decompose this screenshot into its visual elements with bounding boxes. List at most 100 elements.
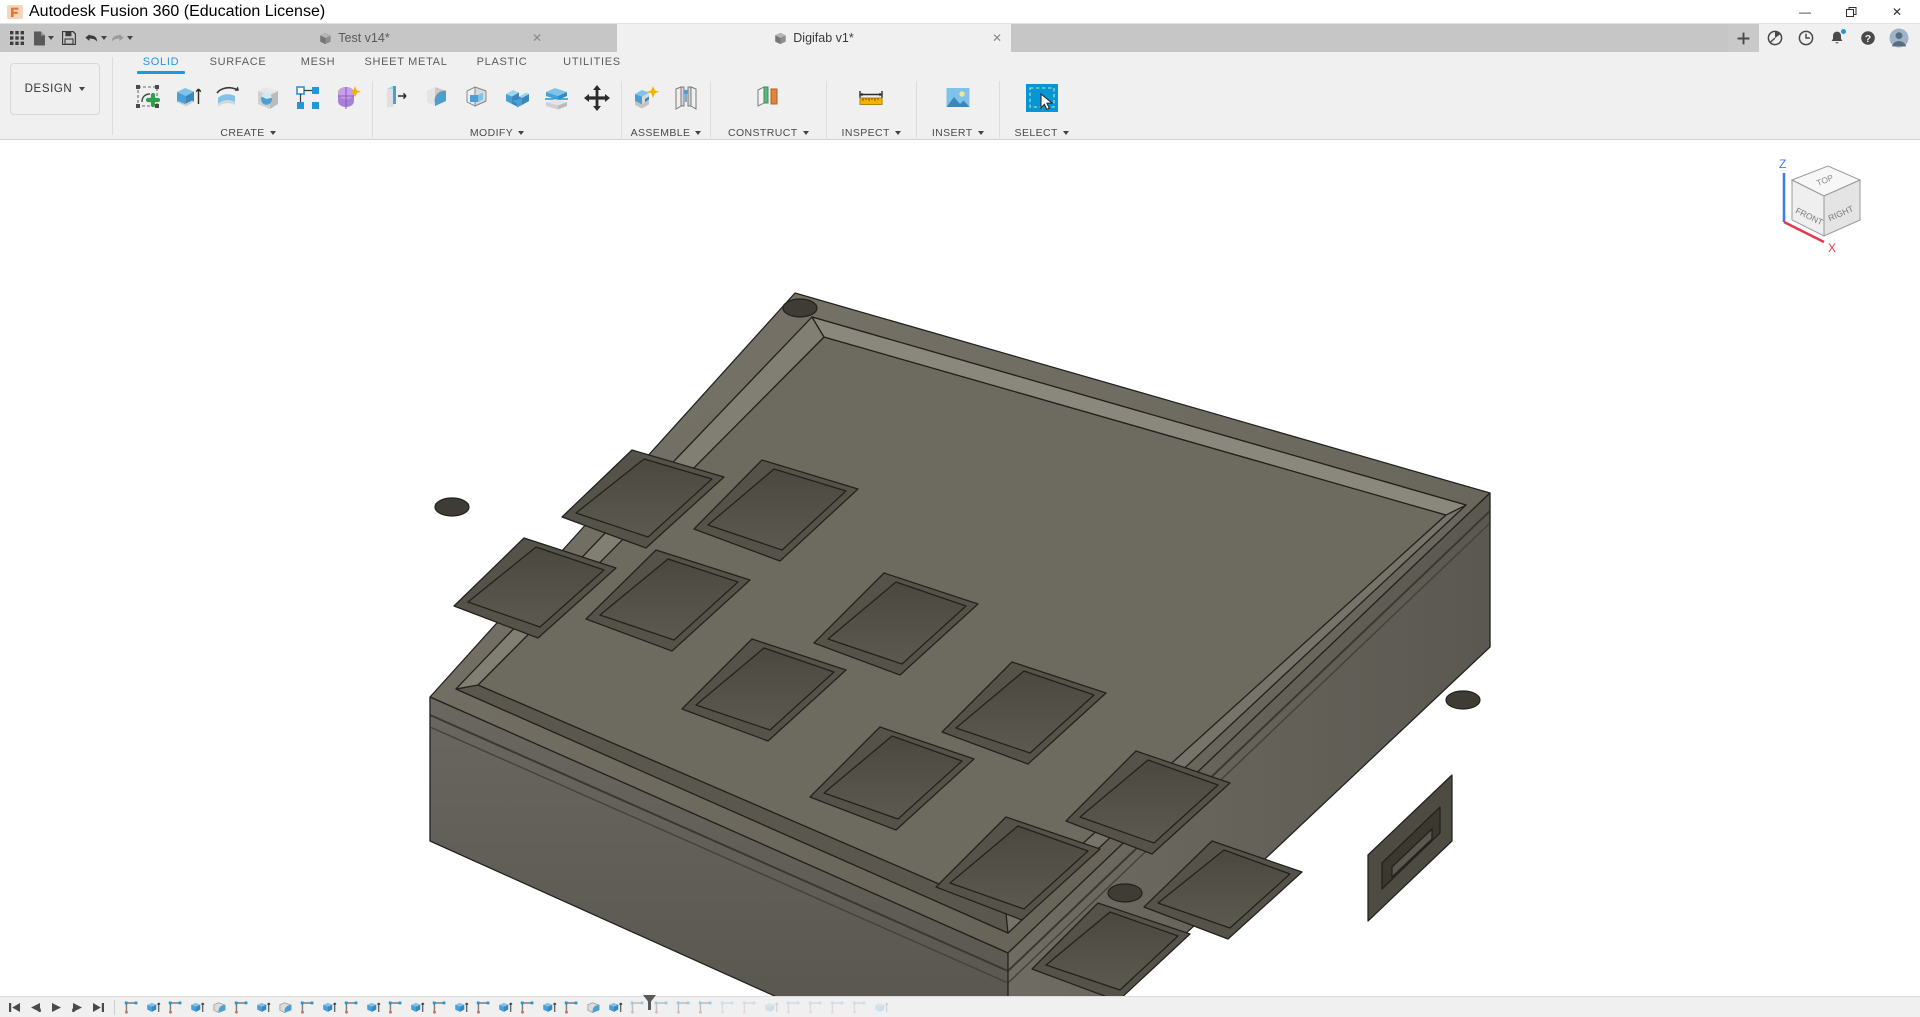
timeline-skip-end-button[interactable] — [88, 998, 108, 1017]
timeline-feature-extrude[interactable] — [605, 998, 625, 1017]
save-button[interactable] — [56, 26, 82, 50]
timeline-feature-sketch[interactable] — [561, 998, 581, 1017]
timeline-feature-sketch[interactable] — [673, 998, 693, 1017]
notification-badge — [1840, 28, 1847, 35]
joint-button[interactable] — [667, 78, 705, 118]
tab-close-icon[interactable]: ✕ — [992, 31, 1002, 45]
timeline-feature-sketch[interactable] — [297, 998, 317, 1017]
timeline-feature-sketch[interactable] — [827, 998, 847, 1017]
timeline-feature-extrude[interactable] — [253, 998, 273, 1017]
sketch-icon — [564, 1001, 577, 1014]
panel-create-label[interactable]: CREATE — [220, 127, 276, 139]
timeline-feature-sketch[interactable] — [739, 998, 759, 1017]
panel-assemble-label[interactable]: ASSEMBLE — [631, 127, 702, 139]
timeline-feature-sketch[interactable] — [231, 998, 251, 1017]
ribbon-tab-utilities[interactable]: UTILITIES — [545, 56, 639, 70]
close-button[interactable]: ✕ — [1874, 0, 1920, 24]
panel-inspect-label[interactable]: INSPECT — [842, 127, 901, 139]
new-component-button[interactable] — [627, 78, 665, 118]
timeline-feature-extrude[interactable] — [495, 998, 515, 1017]
tab-label: Digifab v1* — [793, 31, 854, 45]
extrude-button[interactable] — [169, 78, 207, 118]
insert-image-button[interactable] — [939, 78, 977, 118]
ribbon-tab-surface[interactable]: SURFACE — [193, 56, 283, 70]
select-tool-button[interactable] — [1023, 78, 1061, 118]
app-grid-button[interactable] — [4, 26, 30, 50]
revolve-button[interactable] — [209, 78, 247, 118]
account-avatar[interactable] — [1883, 24, 1914, 52]
timeline-feature-fillet[interactable] — [583, 998, 603, 1017]
timeline-feature-sketch[interactable] — [473, 998, 493, 1017]
fillet-button[interactable] — [418, 78, 456, 118]
ribbon-tab-plastic[interactable]: PLASTIC — [459, 56, 545, 70]
enclosure-body[interactable] — [0, 141, 1920, 996]
minimize-button[interactable]: — — [1782, 0, 1828, 24]
timeline-feature-sketch[interactable] — [849, 998, 869, 1017]
step-back-icon — [30, 1002, 41, 1012]
job-status-icon[interactable] — [1759, 24, 1790, 52]
timeline-feature-sketch[interactable] — [651, 998, 671, 1017]
split-body-button[interactable] — [538, 78, 576, 118]
notifications-icon[interactable] — [1821, 24, 1852, 52]
timeline-feature-extrude[interactable] — [451, 998, 471, 1017]
timeline-feature-sketch[interactable] — [121, 998, 141, 1017]
panel-construct-label[interactable]: CONSTRUCT — [728, 127, 809, 139]
panel-modify-buttons — [378, 77, 616, 119]
tab-close-icon[interactable]: ✕ — [532, 31, 542, 45]
timeline-feature-sketch[interactable] — [517, 998, 537, 1017]
timeline-feature-extrude[interactable] — [539, 998, 559, 1017]
timeline-play-button[interactable] — [46, 998, 66, 1017]
sweep-button[interactable] — [249, 78, 287, 118]
design-canvas[interactable]: Z X TOP FRONT RIGHT — [0, 141, 1920, 996]
timeline-feature-extrude[interactable] — [187, 998, 207, 1017]
move-copy-button[interactable] — [578, 78, 616, 118]
redo-button[interactable] — [108, 26, 134, 50]
pattern-button[interactable] — [289, 78, 327, 118]
shell-button[interactable] — [458, 78, 496, 118]
timeline-feature-list[interactable] — [121, 994, 1920, 1017]
timeline-step-forward-button[interactable] — [67, 998, 87, 1017]
ribbon-tab-mesh[interactable]: MESH — [283, 56, 353, 70]
timeline-feature-extrude[interactable] — [143, 998, 163, 1017]
press-pull-button[interactable] — [378, 78, 416, 118]
timeline-feature-extrude[interactable] — [761, 998, 781, 1017]
undo-button[interactable] — [82, 26, 108, 50]
timeline-feature-extrude[interactable] — [407, 998, 427, 1017]
timeline-feature-sketch[interactable] — [429, 998, 449, 1017]
view-cube[interactable]: Z X TOP FRONT RIGHT — [1766, 150, 1876, 260]
timeline-feature-sketch[interactable] — [341, 998, 361, 1017]
create-sketch-button[interactable] — [129, 78, 167, 118]
timeline-feature-extrude[interactable] — [319, 998, 339, 1017]
tab-digifab-v1[interactable]: Digifab v1* ✕ — [617, 24, 1011, 52]
timeline-feature-fillet[interactable] — [209, 998, 229, 1017]
timeline-feature-extrude[interactable] — [363, 998, 383, 1017]
timeline-feature-extrude[interactable] — [871, 998, 891, 1017]
form-button[interactable] — [329, 78, 367, 118]
combine-button[interactable] — [498, 78, 536, 118]
timeline-feature-fillet[interactable] — [275, 998, 295, 1017]
timeline-skip-start-button[interactable] — [4, 998, 24, 1017]
tab-actions: ? — [1728, 24, 1920, 52]
timeline-feature-sketch[interactable] — [695, 998, 715, 1017]
workspace-selector[interactable]: DESIGN — [10, 63, 100, 115]
timeline-feature-sketch[interactable] — [717, 998, 737, 1017]
help-icon[interactable]: ? — [1852, 24, 1883, 52]
timeline-feature-sketch[interactable] — [385, 998, 405, 1017]
new-tab-button[interactable] — [1728, 24, 1759, 52]
timeline-feature-sketch[interactable] — [783, 998, 803, 1017]
panel-select-label[interactable]: SELECT — [1015, 127, 1069, 139]
construct-plane-button[interactable] — [749, 78, 787, 118]
recent-activity-icon[interactable] — [1790, 24, 1821, 52]
panel-insert-label[interactable]: INSERT — [932, 127, 984, 139]
restore-button[interactable] — [1828, 0, 1874, 24]
panel-modify-label[interactable]: MODIFY — [470, 127, 525, 139]
timeline-feature-sketch[interactable] — [805, 998, 825, 1017]
new-file-button[interactable] — [30, 26, 56, 50]
timeline-feature-sketch[interactable] — [165, 998, 185, 1017]
ribbon-tab-solid[interactable]: SOLID — [129, 56, 193, 74]
measure-button[interactable] — [852, 78, 890, 118]
avatar-icon — [1889, 28, 1908, 48]
tab-test-v14[interactable]: Test v14* ✕ — [158, 24, 551, 52]
ribbon-tab-sheet-metal[interactable]: SHEET METAL — [353, 56, 459, 70]
timeline-step-back-button[interactable] — [25, 998, 45, 1017]
